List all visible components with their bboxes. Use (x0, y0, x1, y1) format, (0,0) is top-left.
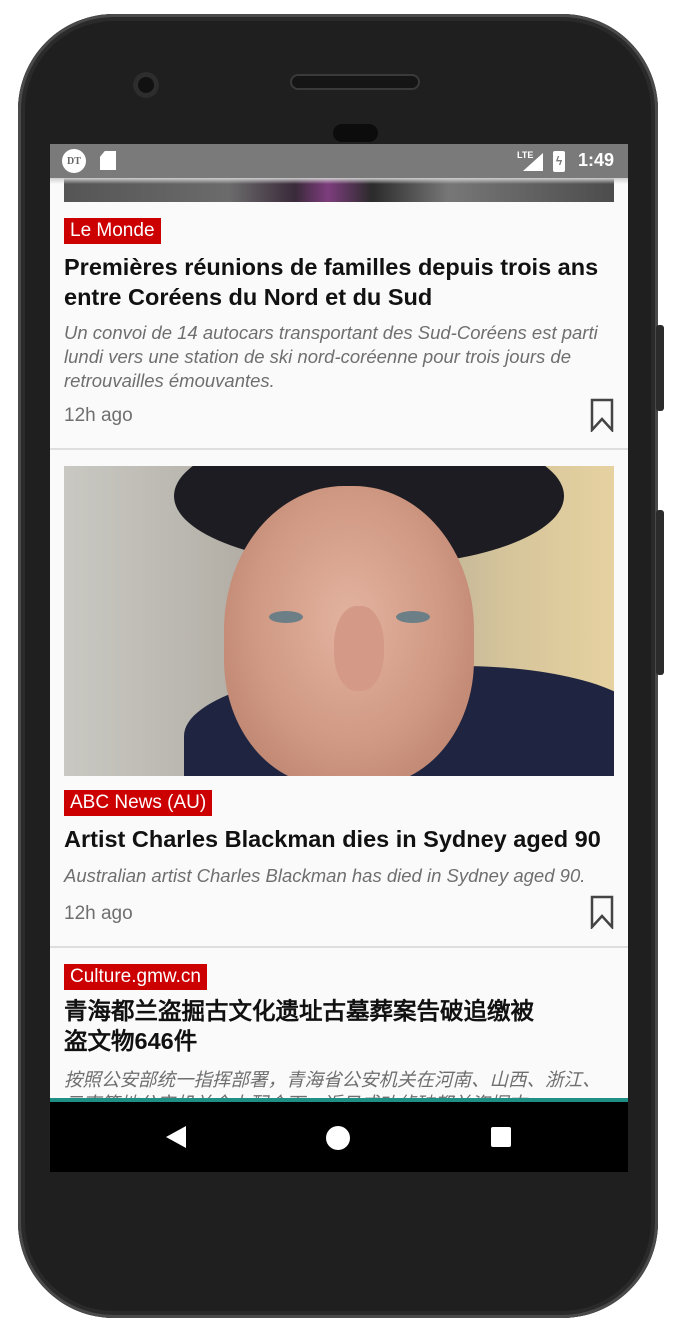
source-badge: ABC News (AU) (64, 790, 213, 816)
recents-icon[interactable] (491, 1127, 511, 1147)
article-headline[interactable]: 青海都兰盗掘古文化遗址古墓葬案告破追缴被盗文物646件 (64, 996, 534, 1056)
news-card[interactable]: ABC News (AU) Artist Charles Blackman di… (50, 450, 628, 948)
sd-card-icon (100, 151, 116, 170)
portrait-nose (334, 606, 384, 691)
front-camera (133, 72, 159, 98)
article-headline[interactable]: Premières réunions de familles depuis tr… (64, 252, 614, 312)
app-badge-icon: DT (62, 149, 86, 173)
article-image[interactable] (64, 466, 614, 776)
portrait-eye (396, 611, 430, 623)
bookmark-icon[interactable] (590, 398, 614, 432)
source-badge: Culture.gmw.cn (64, 964, 207, 990)
article-time: 12h ago (64, 903, 133, 924)
network-label: LTE (517, 150, 534, 160)
news-card[interactable]: Le Monde Premières réunions de familles … (50, 178, 628, 450)
proximity-sensor (333, 124, 378, 142)
battery-icon: ϟ (553, 151, 565, 172)
status-bar: DT LTE ϟ 1:49 (50, 144, 628, 178)
home-icon[interactable] (326, 1126, 350, 1150)
power-button (656, 510, 664, 675)
article-summary: 按照公安部统一指挥部署，青海省公安机关在河南、山西、浙江、云南等地公安机关全力配… (64, 1069, 601, 1102)
back-icon[interactable] (166, 1126, 186, 1148)
article-summary: Australian artist Charles Blackman has d… (64, 865, 586, 886)
volume-button (656, 325, 664, 411)
news-feed[interactable]: Le Monde Premières réunions de familles … (50, 178, 628, 1102)
source-badge: Le Monde (64, 218, 161, 244)
article-headline[interactable]: Artist Charles Blackman dies in Sydney a… (64, 824, 614, 854)
earpiece-speaker (290, 74, 420, 90)
article-summary: Un convoi de 14 autocars transportant de… (64, 322, 598, 391)
article-time: 12h ago (64, 405, 133, 426)
navigation-bar (50, 1102, 628, 1172)
screen: DT LTE ϟ 1:49 Le Monde Premières réunion… (50, 144, 628, 1172)
bookmark-icon[interactable] (590, 895, 614, 929)
portrait-eye (269, 611, 303, 623)
status-time: 1:49 (578, 150, 615, 170)
news-card[interactable]: Culture.gmw.cn 青海都兰盗掘古文化遗址古墓葬案告破追缴被盗文物64… (50, 948, 628, 1102)
feed-top-shadow (50, 178, 628, 184)
